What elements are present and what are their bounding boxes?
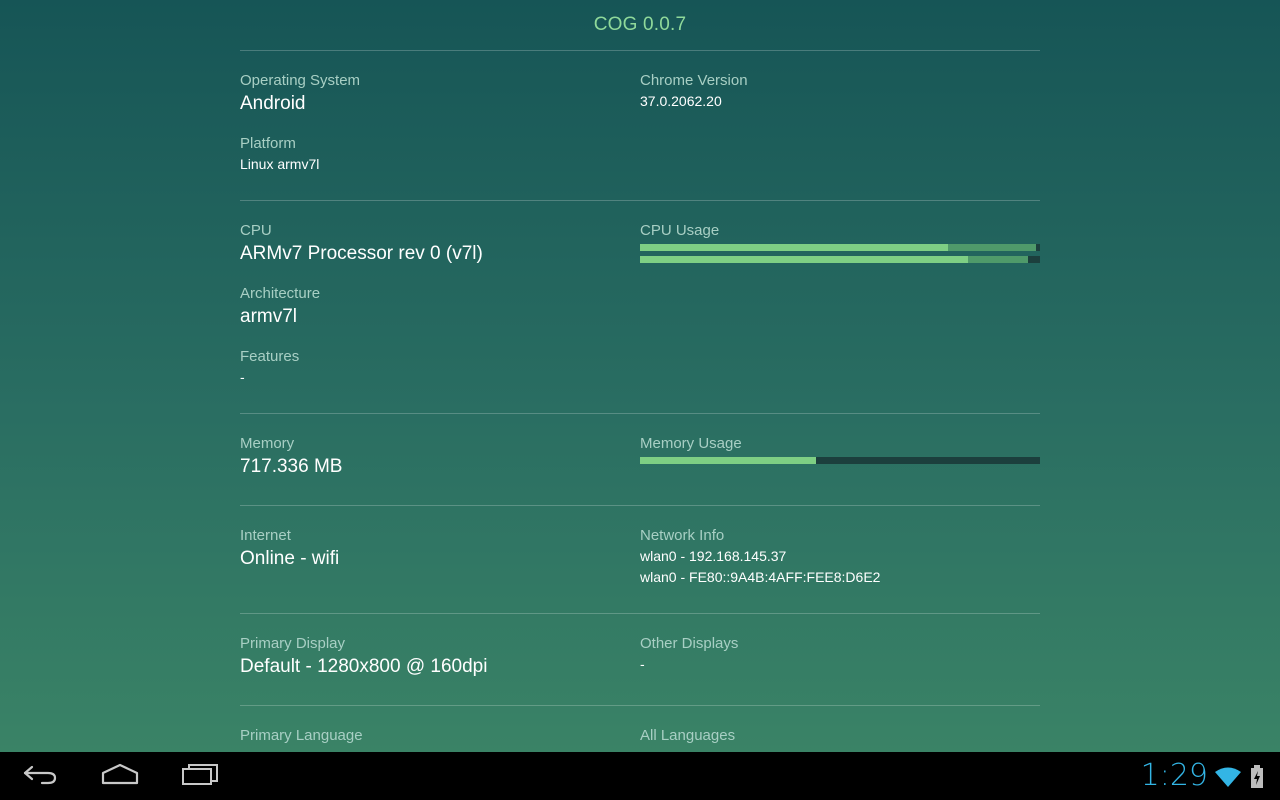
battery-charging-icon: [1250, 765, 1264, 794]
divider: [240, 613, 1040, 614]
home-icon: [101, 763, 139, 790]
cog-app-screen: COG 0.0.7 Operating System Android Platf…: [0, 0, 1280, 752]
system-navigation-bar: 1:29: [0, 752, 1280, 800]
memory-label: Memory: [240, 435, 295, 452]
cpu-usage-bar: [640, 244, 1040, 251]
status-clock: 1:29: [1140, 758, 1208, 793]
back-button[interactable]: [12, 760, 68, 792]
all-languages-label: All Languages: [640, 727, 736, 744]
internet-value: Online - wifi: [240, 548, 340, 569]
primary-display-label: Primary Display: [240, 635, 346, 652]
features-value: -: [240, 369, 245, 385]
chrome-version-value: 37.0.2062.20: [640, 93, 722, 109]
os-label: Operating System: [240, 72, 361, 89]
recent-apps-icon: [181, 763, 219, 790]
divider: [240, 705, 1040, 706]
platform-label: Platform: [240, 135, 296, 152]
cpu-usage-bar-fill: [640, 244, 948, 251]
primary-language-label: Primary Language: [240, 727, 363, 744]
primary-display-value: Default - 1280x800 @ 160dpi: [240, 656, 488, 677]
cpu-usage-bar-secondary: [948, 244, 1036, 251]
other-displays-value: -: [640, 656, 645, 672]
cpu-usage-label: CPU Usage: [640, 222, 720, 239]
divider: [240, 413, 1040, 414]
os-value: Android: [240, 93, 306, 114]
chrome-version-label: Chrome Version: [640, 72, 748, 89]
architecture-value: armv7l: [240, 306, 298, 327]
memory-value: 717.336 MB: [240, 456, 343, 477]
memory-usage-bar-fill: [640, 457, 816, 464]
back-icon: [22, 763, 58, 790]
divider: [240, 50, 1040, 51]
home-button[interactable]: [92, 760, 148, 792]
network-info-line: wlan0 - 192.168.145.37: [640, 548, 787, 564]
cpu-usage-bar-secondary: [968, 256, 1028, 263]
cpu-value: ARMv7 Processor rev 0 (v7l): [240, 243, 483, 264]
app-title: COG 0.0.7: [593, 14, 687, 35]
wifi-icon: [1214, 766, 1242, 793]
divider: [240, 200, 1040, 201]
memory-usage-bar: [640, 457, 1040, 464]
features-label: Features: [240, 348, 300, 365]
internet-label: Internet: [240, 527, 291, 544]
divider: [240, 505, 1040, 506]
memory-usage-label: Memory Usage: [640, 435, 742, 452]
cpu-label: CPU: [240, 222, 272, 239]
recent-apps-button[interactable]: [172, 760, 228, 792]
platform-value: Linux armv7l: [240, 156, 320, 172]
cpu-usage-bar-fill: [640, 256, 968, 263]
cpu-usage-bar: [640, 256, 1040, 263]
other-displays-label: Other Displays: [640, 635, 739, 652]
architecture-label: Architecture: [240, 285, 321, 302]
network-info-line: wlan0 - FE80::9A4B:4AFF:FEE8:D6E2: [640, 569, 881, 585]
network-info-label: Network Info: [640, 527, 725, 544]
